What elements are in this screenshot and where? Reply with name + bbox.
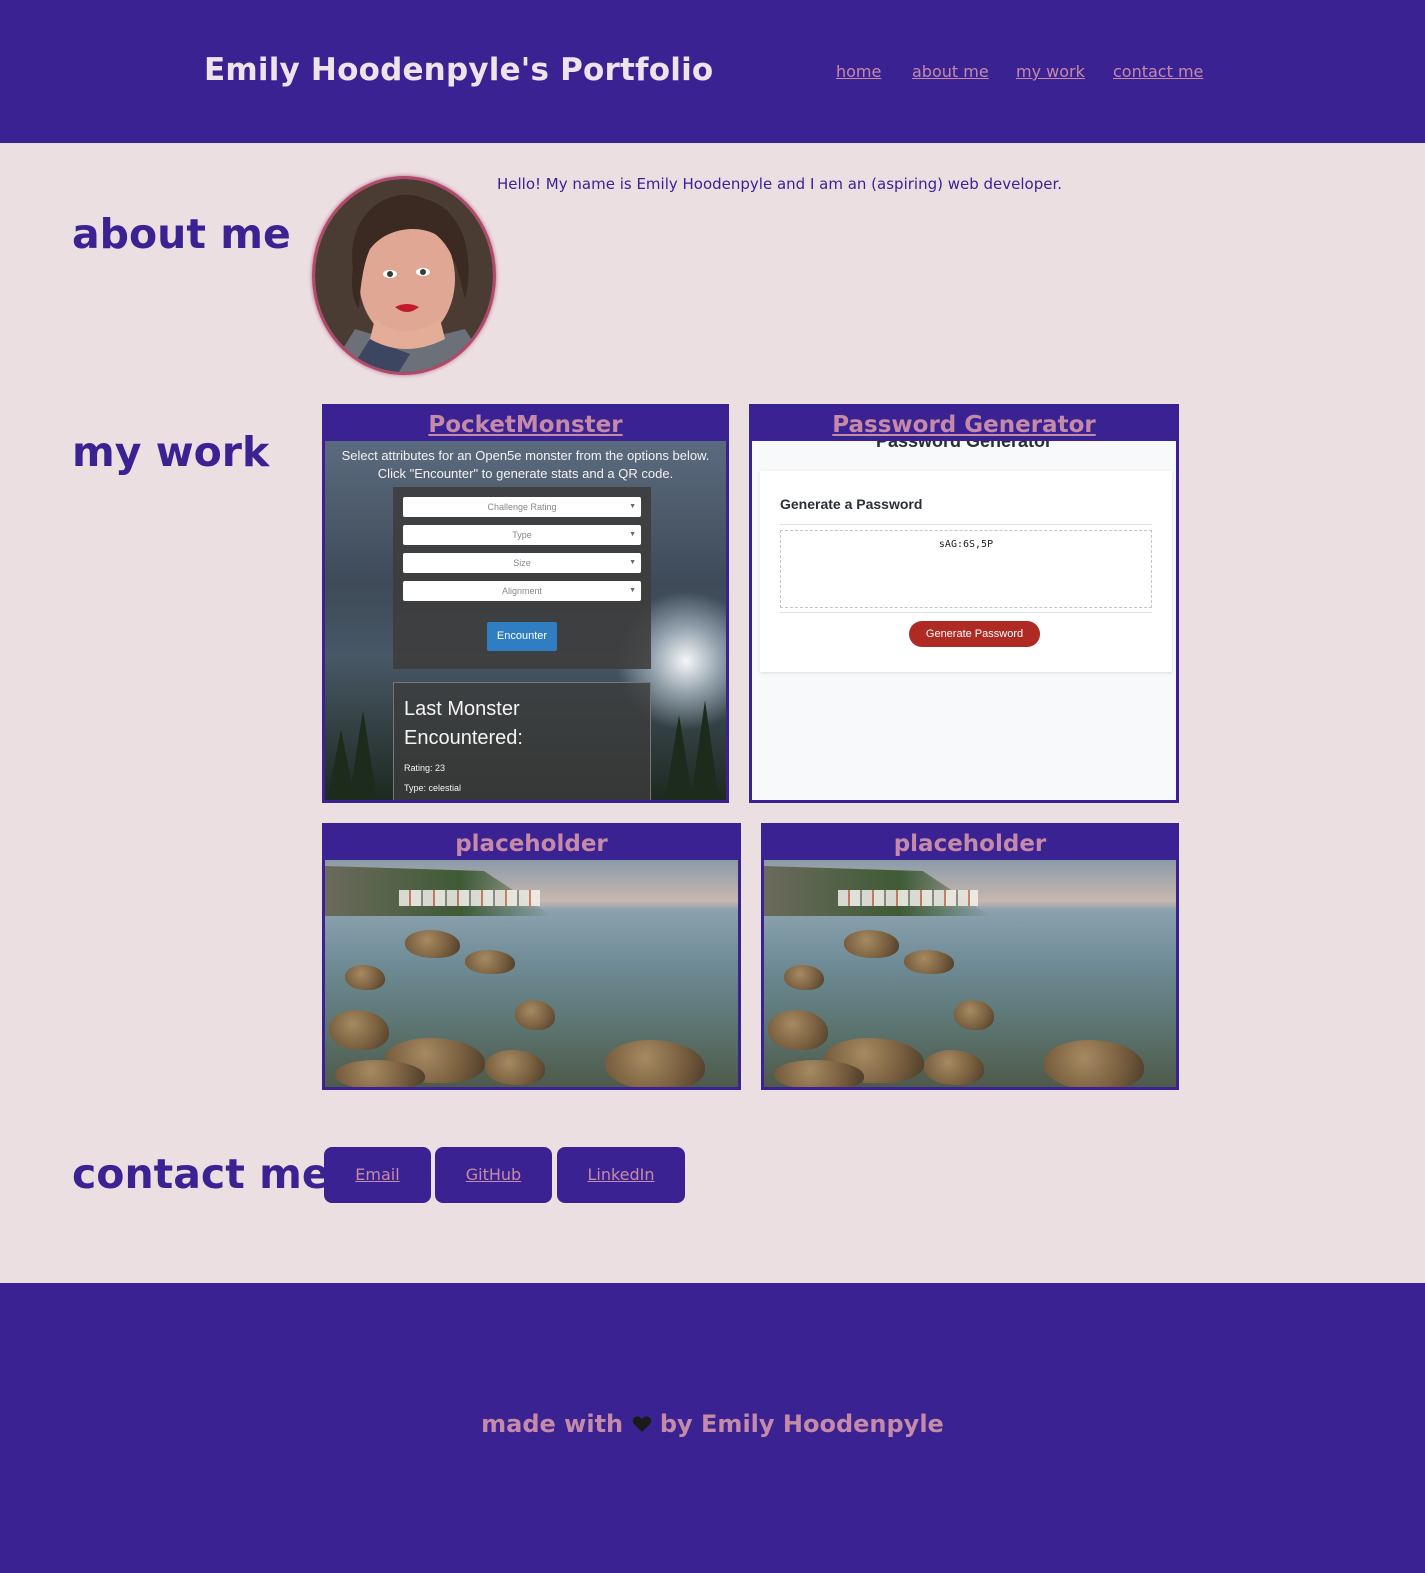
dropdown-caret-icon: ▼ [629, 587, 636, 594]
about-intro-text: Hello! My name is Emily Hoodenpyle and I… [497, 175, 1063, 193]
black-heart-icon [632, 1412, 652, 1432]
last-monster-panel: Last Monster Encountered: Rating: 23 Typ… [393, 682, 651, 800]
project-title-password-generator[interactable]: Password Generator [752, 407, 1176, 441]
site-header: Emily Hoodenpyle's Portfolio home about … [0, 0, 1425, 143]
nav-about-link[interactable]: about me [912, 62, 989, 81]
project-title-pocketmonster[interactable]: PocketMonster [325, 407, 726, 441]
encounter-button: Encounter [487, 622, 557, 651]
work-heading: my work [72, 428, 270, 476]
dropdown-caret-icon: ▼ [629, 559, 636, 566]
monster-stat: Rating: 23 [404, 763, 446, 773]
password-generator-screenshot[interactable]: Password Generator Generate a Password s… [752, 441, 1176, 800]
monster-stat: Type: celestial [404, 783, 462, 793]
dropdown-caret-icon: ▼ [629, 503, 636, 510]
type-select: Type ▼ [403, 525, 641, 545]
footer-credit: made with by Emily Hoodenpyle [481, 1410, 944, 1438]
last-monster-title: Last Monster Encountered: [404, 698, 523, 749]
project-card-password-generator: Password Generator Password Generator Ge… [749, 404, 1179, 803]
password-output: sAG:6S,5P [780, 530, 1152, 608]
project-title-placeholder: placeholder [893, 831, 1047, 857]
placeholder-image [325, 860, 738, 1087]
pg-page-heading: Password Generator [875, 441, 1053, 451]
pocketmonster-instructions: Select attributes for an Open5e monster … [341, 448, 710, 481]
generate-password-button: Generate Password [909, 621, 1040, 647]
alignment-select: Alignment ▼ [403, 581, 641, 601]
challenge-rating-select: Challenge Rating ▼ [403, 497, 641, 517]
project-card-placeholder: placeholder [322, 823, 741, 1090]
site-footer: made with by Emily Hoodenpyle [0, 1283, 1425, 1573]
contact-heading: contact me [72, 1150, 330, 1198]
monster-form: Challenge Rating ▼ Type ▼ Size ▼ Alignment ▼… [393, 487, 651, 669]
size-select: Size ▼ [403, 553, 641, 573]
site-title: Emily Hoodenpyle's Portfolio [204, 52, 714, 88]
tree-icon [691, 700, 719, 800]
divider [780, 524, 1152, 525]
project-card-placeholder: placeholder [761, 823, 1179, 1090]
profile-photo [312, 176, 496, 375]
pg-card-title: Generate a Password [780, 496, 923, 512]
dropdown-caret-icon: ▼ [629, 531, 636, 538]
github-button[interactable]: GitHub [435, 1147, 552, 1203]
pocketmonster-screenshot[interactable]: Select attributes for an Open5e monster … [325, 441, 726, 800]
nav-work-link[interactable]: my work [1016, 62, 1085, 81]
project-title-placeholder: placeholder [455, 831, 608, 857]
tree-icon [665, 715, 693, 800]
about-heading: about me [72, 210, 291, 258]
placeholder-image [764, 860, 1176, 1087]
email-button[interactable]: Email [324, 1147, 431, 1203]
nav-contact-link[interactable]: contact me [1113, 62, 1203, 81]
pg-card: Generate a Password sAG:6S,5P Generate P… [760, 471, 1172, 672]
divider [780, 612, 1152, 613]
tree-icon [349, 710, 377, 800]
nav-home-link[interactable]: home [836, 62, 881, 81]
project-card-pocketmonster: PocketMonster Select attributes for an O… [322, 404, 729, 803]
linkedin-button[interactable]: LinkedIn [557, 1147, 685, 1203]
